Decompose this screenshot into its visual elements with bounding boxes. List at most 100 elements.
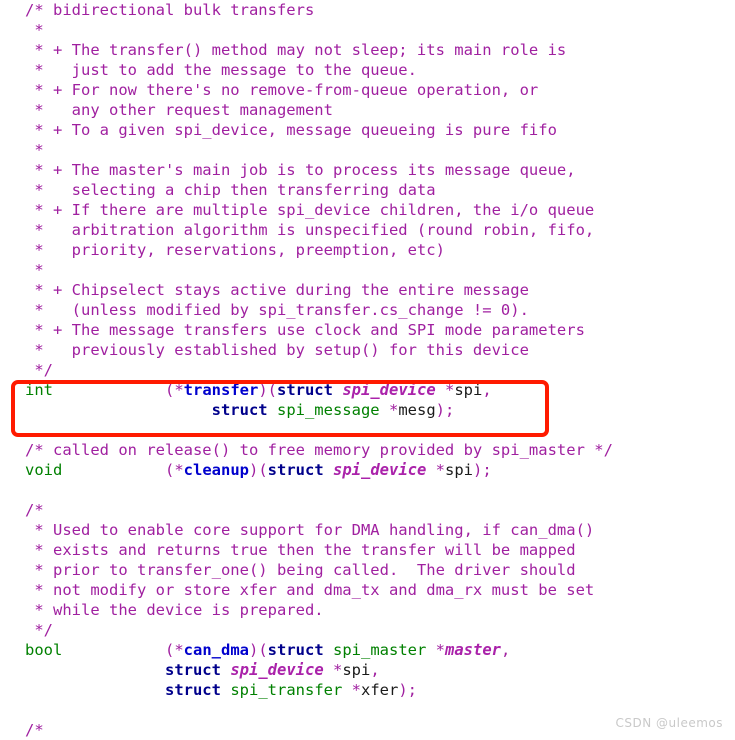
code-token-comment: */ — [25, 361, 53, 379]
code-token-type: bool — [25, 641, 63, 659]
code-line: void (*cleanup)(struct spi_device *spi); — [0, 460, 735, 480]
code-token-punct: ); — [398, 681, 417, 699]
code-line: struct spi_message *mesg); — [0, 400, 735, 420]
code-token-keyword: struct — [267, 461, 324, 479]
code-token-ident: xfer — [361, 681, 399, 699]
code-token-structname: spi_device — [230, 661, 324, 679]
code-token-comment: * exists and returns true then the trans… — [25, 541, 576, 559]
code-line: struct spi_transfer *xfer); — [0, 680, 735, 700]
code-token-structname: spi_device — [333, 461, 427, 479]
code-line: * + Chipselect stays active during the e… — [0, 280, 735, 300]
code-token-comment: * priority, reservations, preemption, et… — [25, 241, 445, 259]
code-token-comment: * — [25, 141, 44, 159]
code-token-punct: * — [333, 661, 343, 679]
code-line: * — [0, 20, 735, 40]
code-token-type: int — [25, 381, 53, 399]
code-line: * any other request management — [0, 100, 735, 120]
code-line: * arbitration algorithm is unspecified (… — [0, 220, 735, 240]
code-line: /* bidirectional bulk transfers — [0, 0, 735, 20]
code-token-comment: * + The master's main job is to process … — [25, 161, 576, 179]
code-line: * + The message transfers use clock and … — [0, 320, 735, 340]
code-token-fn: cleanup — [183, 461, 249, 479]
code-token-comment: /* — [25, 501, 44, 519]
code-token-punct: , — [501, 641, 511, 659]
code-token-keyword: struct — [267, 641, 324, 659]
code-line: * while the device is prepared. — [0, 600, 735, 620]
code-token-comment: * arbitration algorithm is unspecified (… — [25, 221, 595, 239]
code-line: * Used to enable core support for DMA ha… — [0, 520, 735, 540]
code-token-punct: ); — [473, 461, 492, 479]
code-token-comment: * + Chipselect stays active during the e… — [25, 281, 529, 299]
code-token-keyword: struct — [276, 381, 333, 399]
code-token-comment: * + The message transfers use clock and … — [25, 321, 585, 339]
code-token-comment: /* called on release() to free memory pr… — [25, 441, 613, 459]
code-line: * just to add the message to the queue. — [0, 60, 735, 80]
code-token-ident: spi — [342, 661, 371, 679]
code-line: */ — [0, 360, 735, 380]
code-token-punct: )( — [258, 381, 277, 399]
code-line: * priority, reservations, preemption, et… — [0, 240, 735, 260]
code-token-type: spi_transfer — [230, 681, 343, 699]
code-token-punct: )( — [248, 641, 268, 659]
code-token-comment: * + If there are multiple spi_device chi… — [25, 201, 595, 219]
code-line: * not modify or store xfer and dma_tx an… — [0, 580, 735, 600]
code-token-comment: /* bidirectional bulk transfers — [25, 1, 315, 19]
code-token-punct: * — [445, 381, 455, 399]
code-token-punct: * — [435, 461, 446, 479]
code-token-structname: master — [445, 641, 502, 659]
code-line-list: /* bidirectional bulk transfers * * + Th… — [0, 0, 735, 740]
code-token-comment: /* — [25, 721, 44, 739]
code-line: * + To a given spi_device, message queue… — [0, 120, 735, 140]
code-token-comment: * prior to transfer_one() being called. … — [25, 561, 576, 579]
code-token-comment: * + The transfer() method may not sleep;… — [25, 41, 567, 59]
code-token-structname: spi_device — [342, 381, 436, 399]
code-token-keyword: struct — [164, 681, 221, 699]
code-token-ident: spi — [454, 381, 483, 399]
code-token-punct: , — [370, 661, 380, 679]
code-line: * exists and returns true then the trans… — [0, 540, 735, 560]
code-line: bool (*can_dma)(struct spi_master *maste… — [0, 640, 735, 660]
code-token-comment: * just to add the message to the queue. — [25, 61, 417, 79]
code-line: /* called on release() to free memory pr… — [0, 440, 735, 460]
code-token-ident: mesg — [398, 401, 436, 419]
code-line: * + For now there's no remove-from-queue… — [0, 80, 735, 100]
code-token-comment: * + For now there's no remove-from-queue… — [25, 81, 539, 99]
code-token-keyword: struct — [164, 661, 221, 679]
code-token-fn: transfer — [183, 381, 259, 399]
code-line: int (*transfer)(struct spi_device *spi, — [0, 380, 735, 400]
code-token-punct: (* — [164, 381, 184, 399]
code-token-punct: * — [351, 681, 361, 699]
code-line: * + If there are multiple spi_device chi… — [0, 200, 735, 220]
code-token-type: void — [25, 461, 63, 479]
code-viewer[interactable]: /* bidirectional bulk transfers * * + Th… — [0, 0, 735, 739]
code-token-keyword: struct — [211, 401, 268, 419]
code-token-comment: * Used to enable core support for DMA ha… — [25, 521, 595, 539]
code-token-comment: * (unless modified by spi_transfer.cs_ch… — [25, 301, 529, 319]
code-token-comment: * any other request management — [25, 101, 333, 119]
code-line: /* — [0, 500, 735, 520]
code-line: */ — [0, 620, 735, 640]
code-token-comment: * selecting a chip then transferring dat… — [25, 181, 436, 199]
code-token-comment: * — [25, 261, 44, 279]
code-line: * — [0, 140, 735, 160]
code-token-comment: * while the device is prepared. — [25, 601, 324, 619]
